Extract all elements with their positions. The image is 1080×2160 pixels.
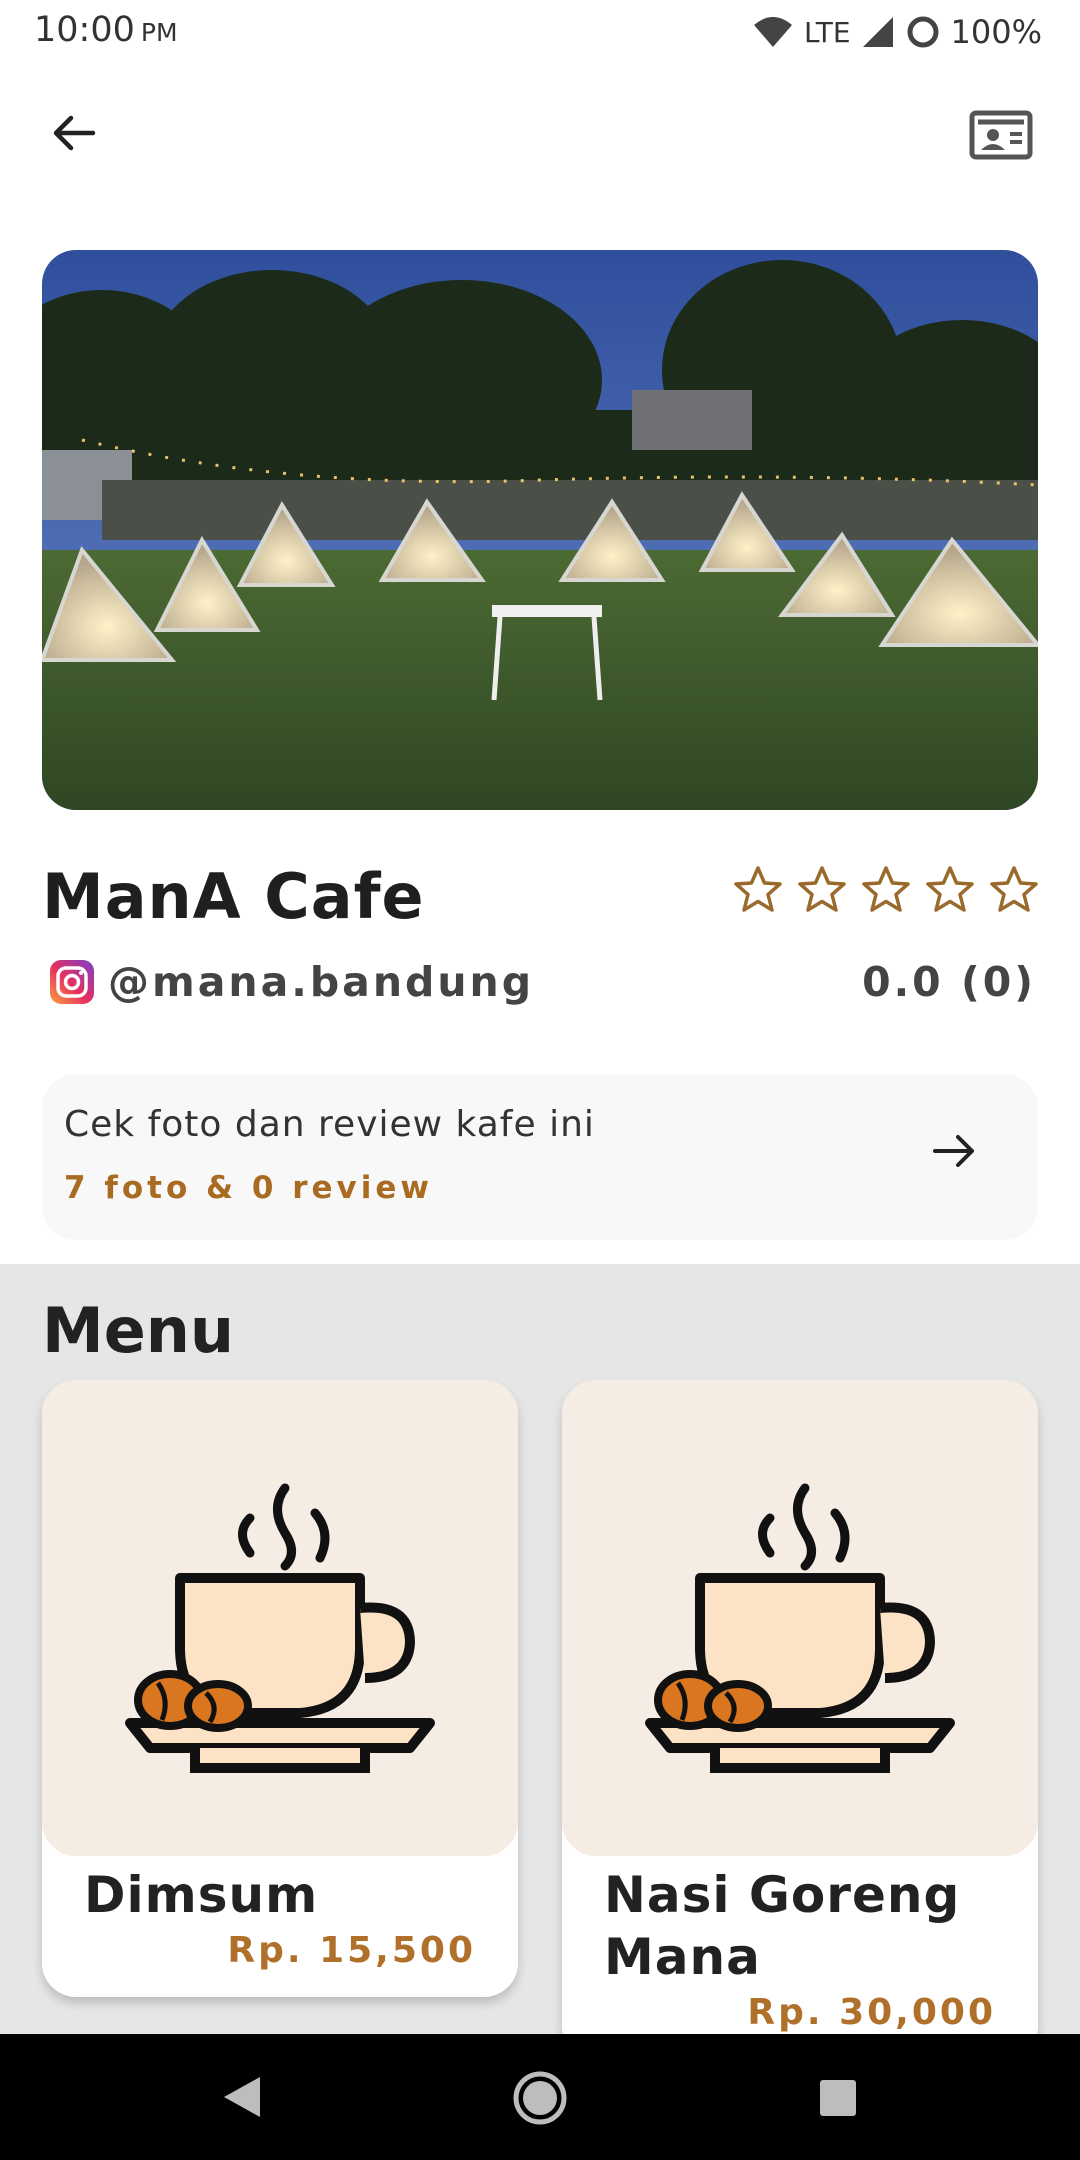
- contact-card-icon: [969, 110, 1033, 160]
- menu-heading: Menu: [42, 1294, 235, 1367]
- arrow-back-icon: [53, 115, 96, 151]
- battery-icon: [907, 16, 939, 48]
- nav-recents-icon[interactable]: [818, 2078, 858, 2118]
- system-nav-bar: [0, 2034, 1080, 2160]
- rating-summary: 0.0 (0): [862, 958, 1036, 1006]
- status-bar: 10:00 PM LTE 100%: [0, 0, 1080, 64]
- back-button[interactable]: [40, 100, 106, 166]
- cafe-hero-image[interactable]: [42, 250, 1038, 810]
- instagram-icon: [50, 960, 94, 1004]
- status-time-value: 10:00: [34, 10, 135, 50]
- star-outline-icon[interactable]: [924, 864, 976, 916]
- rating-stars[interactable]: [732, 864, 1040, 916]
- status-icons: LTE 100%: [752, 10, 1042, 54]
- menu-item-price: Rp. 30,000: [747, 1992, 996, 2033]
- menu-item-price: Rp. 15,500: [227, 1930, 476, 1971]
- reviews-card-count: 7 foto & 0 review: [64, 1170, 434, 1206]
- network-type: LTE: [803, 15, 851, 49]
- photos-reviews-card[interactable]: Cek foto dan review kafe ini 7 foto & 0 …: [42, 1074, 1038, 1240]
- star-outline-icon[interactable]: [860, 864, 912, 916]
- menu-item-card[interactable]: Nasi Goreng Mana Rp. 30,000: [562, 1380, 1038, 2034]
- menu-item-name: Dimsum: [84, 1866, 319, 1924]
- menu-item-name: Nasi Goreng Mana: [604, 1866, 961, 1986]
- nav-home-icon[interactable]: [512, 2070, 568, 2126]
- status-time: 10:00 PM: [34, 10, 178, 50]
- battery-level: 100%: [950, 13, 1042, 51]
- status-ampm: PM: [140, 18, 178, 47]
- reviews-card-title: Cek foto dan review kafe ini: [64, 1104, 595, 1145]
- instagram-handle: @mana.bandung: [108, 958, 535, 1006]
- star-outline-icon[interactable]: [732, 864, 784, 916]
- contact-card-button[interactable]: [960, 104, 1042, 166]
- instagram-link[interactable]: @mana.bandung: [50, 958, 534, 1006]
- cafe-photo: [42, 250, 1038, 810]
- arrow-forward-icon: [933, 1135, 974, 1167]
- menu-item-image: [562, 1380, 1038, 1856]
- menu-item-image: [42, 1380, 518, 1856]
- cafe-name: ManA Cafe: [42, 860, 425, 933]
- coffee-cup-icon: [125, 1483, 435, 1773]
- nav-back-icon[interactable]: [220, 2074, 264, 2120]
- menu-section: Menu Dimsum Rp. 15,500 Nasi Goreng Mana …: [0, 1264, 1080, 2034]
- star-outline-icon[interactable]: [988, 864, 1040, 916]
- cell-signal-icon: [862, 17, 893, 47]
- wifi-icon: [753, 17, 792, 47]
- star-outline-icon[interactable]: [796, 864, 848, 916]
- menu-item-card[interactable]: Dimsum Rp. 15,500: [42, 1380, 518, 1997]
- coffee-cup-icon: [645, 1483, 955, 1773]
